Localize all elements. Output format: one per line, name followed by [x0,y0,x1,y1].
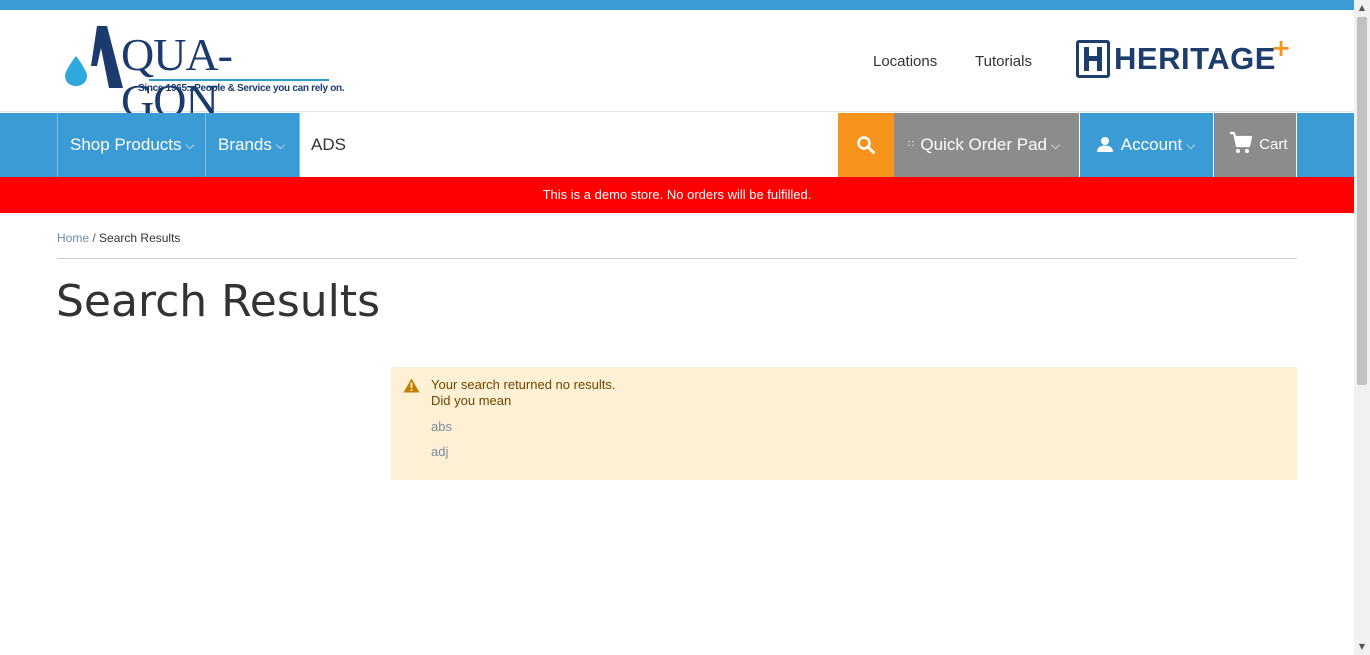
brands-label: Brands [218,135,272,154]
logo-a-glyph [91,26,123,88]
scroll-up-arrow-icon[interactable]: ▲ [1354,0,1370,16]
locations-link[interactable]: Locations [873,53,937,70]
cart-label: Cart [1259,136,1288,153]
chevron-down-icon: ⌵ [275,138,285,152]
user-icon [1097,137,1113,152]
quick-order-pad-menu[interactable]: ∷ Quick Order Pad ⌵ [894,113,1080,177]
cart-icon [1230,131,1253,153]
suggestion-link[interactable]: abs [431,419,452,434]
brands-menu[interactable]: Brands ⌵ [206,113,300,177]
account-label: Account [1120,135,1183,154]
list-grid-icon: ∷ [908,139,915,150]
logo-tagline: Since 1965...People & Service you can re… [138,83,345,94]
demo-store-banner: This is a demo store. No orders will be … [0,177,1354,213]
shop-products-menu[interactable]: Shop Products ⌵ [57,113,206,177]
page-title: Search Results [56,276,381,327]
chevron-down-icon: ⌵ [1186,138,1196,152]
heritage-h-icon [1076,40,1110,78]
no-results-notice: Your search returned no results. Did you… [391,367,1297,480]
search-input[interactable] [300,113,838,177]
logo-underline [149,79,329,81]
chevron-down-icon: ⌵ [185,138,195,152]
account-menu[interactable]: Account ⌵ [1081,113,1214,177]
site-header: QUA-GON Since 1965...People & Service yo… [0,10,1354,124]
breadcrumb-home-link[interactable]: Home [57,231,89,245]
scroll-down-arrow-icon[interactable]: ▼ [1354,639,1370,655]
chevron-down-icon: ⌵ [1050,138,1061,152]
tutorials-link[interactable]: Tutorials [975,53,1032,70]
scrollbar-thumb[interactable] [1357,17,1367,385]
shop-products-label: Shop Products [70,135,182,154]
search-icon [857,136,875,154]
main-navbar: Shop Products⌵ Brands⌵ ∷Quick Order Pad⌵… [0,113,1354,177]
top-accent-stripe [0,0,1354,10]
breadcrumb-separator: / [92,231,96,245]
heritage-plus-logo[interactable]: HERITAGE + [1076,34,1291,80]
aquagon-logo[interactable]: QUA-GON Since 1965...People & Service yo… [65,26,345,124]
warning-icon [403,378,420,393]
did-you-mean-text: Did you mean [431,393,512,408]
quick-order-pad-label: Quick Order Pad [920,135,1047,154]
breadcrumb-current: Search Results [99,231,181,245]
breadcrumb-divider [57,258,1297,259]
breadcrumb: Home / Search Results [57,231,180,245]
no-results-text: Your search returned no results. [431,377,616,392]
suggestion-link[interactable]: adj [431,444,448,459]
logo-wordmark: QUA-GON Since 1965...People & Service yo… [77,26,345,124]
logo-name: QUA-GON [121,29,233,126]
cart-button[interactable]: Cart [1215,113,1297,177]
notice-message: Your search returned no results. Did you… [431,377,616,409]
page-scrollbar[interactable]: ▲ ▼ [1354,0,1370,655]
search-button[interactable] [838,113,894,177]
heritage-plus-icon: + [1271,34,1292,62]
heritage-wordmark: HERITAGE [1114,41,1276,76]
